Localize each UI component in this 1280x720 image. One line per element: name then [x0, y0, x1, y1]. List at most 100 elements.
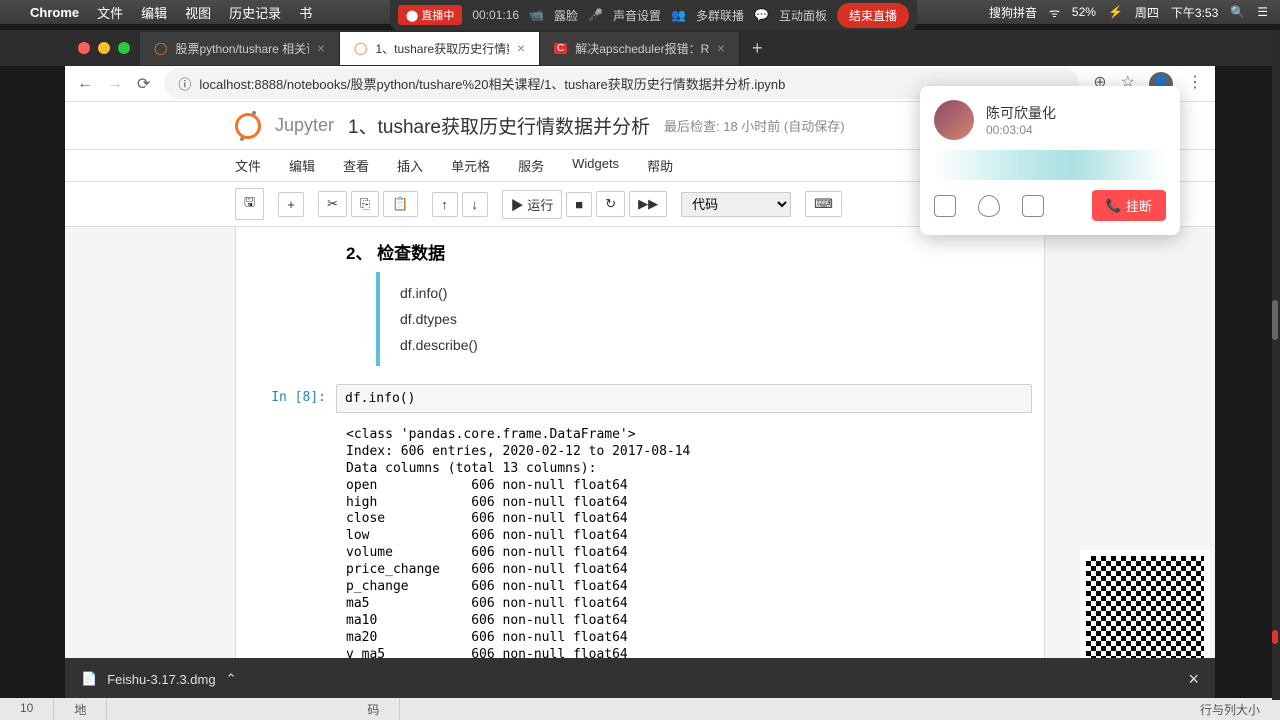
reload-button[interactable]: ⟳ [137, 74, 150, 94]
tab-favicon: ◯ [154, 41, 167, 55]
indicator-red [1272, 630, 1278, 644]
mic-icon[interactable]: 🎤 [588, 8, 603, 22]
md-line: df.dtypes [400, 306, 1044, 332]
end-stream-button[interactable]: 结束直播 [837, 3, 909, 28]
code-cell[interactable]: In [8]: df.info() [236, 384, 1044, 413]
fastforward-button[interactable]: ▶▶ [629, 191, 667, 217]
markdown-heading[interactable]: 2、 检查数据 [236, 235, 1044, 272]
keyboard-button[interactable]: ⌨ [805, 191, 842, 217]
control-center-icon[interactable]: ☰ [1257, 5, 1268, 19]
menu-file[interactable]: 文件 [97, 3, 123, 22]
move-up-button[interactable]: ↑ [432, 192, 458, 217]
jp-menu-help[interactable]: 帮助 [647, 156, 673, 175]
copy-button[interactable]: ⎘ [351, 191, 379, 217]
back-button[interactable]: ← [77, 75, 93, 93]
menu-edit[interactable]: 编辑 [141, 3, 167, 22]
save-button[interactable]: 🖫 [235, 188, 264, 220]
chevron-up-icon[interactable]: ⌃ [226, 671, 237, 687]
tab-2[interactable]: C 解决apscheduler报错：Run time... × [540, 32, 740, 65]
call-duration: 00:03:04 [986, 123, 1056, 137]
live-badge: ⬤ 直播中 [398, 5, 462, 25]
face-toggle[interactable]: 露脸 [554, 7, 578, 24]
tab-title: 1、tushare获取历史行情数据并... [375, 40, 508, 57]
cell-b: 码 [347, 698, 400, 720]
cut-button[interactable]: ✂ [318, 191, 347, 217]
jp-menu-insert[interactable]: 插入 [397, 156, 423, 175]
jp-menu-file[interactable]: 文件 [235, 156, 261, 175]
jp-menu-view[interactable]: 查看 [343, 156, 369, 175]
cell-a: 地 [54, 698, 107, 720]
close-icon[interactable]: × [317, 40, 325, 56]
paste-button[interactable]: 📋 [383, 191, 417, 217]
hangup-button[interactable]: 📞 挂断 [1092, 190, 1166, 221]
audio-wave [934, 150, 1166, 180]
app-name[interactable]: Chrome [30, 5, 79, 20]
notebook-area: 2、 检查数据 df.info() df.dtypes df.describe(… [235, 227, 1045, 662]
multi-stream[interactable]: 多群联播 [696, 7, 744, 24]
tab-favicon: C [554, 43, 567, 54]
close-icon[interactable]: × [1188, 669, 1199, 690]
ime-indicator[interactable]: 搜狗拼音 [989, 4, 1037, 21]
menu-bookmark[interactable]: 书 [299, 3, 312, 22]
md-line: df.describe() [400, 332, 1044, 358]
jp-menu-edit[interactable]: 编辑 [289, 156, 315, 175]
info-icon[interactable]: ⓘ [178, 74, 191, 93]
forward-button[interactable]: → [107, 75, 123, 93]
jupyter-logo-icon[interactable] [235, 113, 261, 139]
tab-title: 解决apscheduler报错：Run time... [575, 40, 709, 57]
battery-pct: 52% [1072, 5, 1096, 19]
microphone-icon[interactable] [978, 195, 1000, 217]
cell-output: <class 'pandas.core.frame.DataFrame'> In… [346, 427, 1044, 662]
menu-view[interactable]: 视图 [185, 3, 211, 22]
tab-1[interactable]: ◯ 1、tushare获取历史行情数据并... × [340, 32, 540, 65]
input-prompt: In [8]: [236, 384, 336, 413]
stream-control-bar: ⬤ 直播中 00:01:16 📹 露脸 🎤 声音设置 👥 多群联播 💬 互动面板… [390, 0, 917, 30]
stream-timer: 00:01:16 [472, 8, 519, 22]
day-label: 周四 [1135, 4, 1159, 21]
jp-menu-widgets[interactable]: Widgets [572, 156, 619, 175]
caller-avatar [934, 100, 974, 140]
close-icon[interactable]: × [717, 40, 725, 56]
close-icon[interactable]: × [517, 40, 525, 56]
row-col-size: 行与列大小 [1180, 698, 1280, 720]
url-text: localhost:8888/notebooks/股票python/tushar… [199, 74, 785, 93]
code-input[interactable]: df.info() [336, 384, 1032, 413]
notebook-title[interactable]: 1、tushare获取历史行情数据并分析 [348, 112, 650, 139]
maximize-window[interactable] [118, 42, 130, 54]
video-icon[interactable] [1022, 195, 1044, 217]
browser-tab-bar: ◯ 股票python/tushare 相关课程/ × ◯ 1、tushare获取… [0, 30, 1280, 66]
panel-icon[interactable]: 💬 [754, 8, 769, 22]
wifi-icon[interactable]: ᯤ [1049, 4, 1060, 21]
checkpoint-label: 最后检查: 18 小时前 (自动保存) [664, 116, 845, 135]
jp-menu-cell[interactable]: 单元格 [451, 156, 490, 175]
move-down-button[interactable]: ↓ [462, 192, 488, 217]
search-icon[interactable]: 🔍 [1230, 5, 1245, 19]
group-icon[interactable]: 👥 [671, 8, 686, 22]
run-button[interactable]: ▶ 运行 [502, 190, 563, 219]
celltype-select[interactable]: 代码 [681, 192, 791, 217]
download-filename[interactable]: Feishu-3.17.3.dmg [107, 672, 215, 687]
sound-settings[interactable]: 声音设置 [613, 7, 661, 24]
menu-history[interactable]: 历史记录 [229, 3, 281, 22]
window-controls [78, 42, 130, 54]
minimize-window[interactable] [98, 42, 110, 54]
download-bar: 📄 Feishu-3.17.3.dmg ⌃ × [65, 658, 1215, 700]
scroll-handle[interactable] [1272, 300, 1278, 340]
new-tab-button[interactable]: + [740, 38, 775, 59]
background-app-strip: 10 地 码 行与列大小 [0, 698, 1280, 720]
add-cell-button[interactable]: + [278, 192, 304, 217]
close-window[interactable] [78, 42, 90, 54]
chat-icon[interactable] [934, 195, 956, 217]
camera-icon[interactable]: 📹 [529, 8, 544, 22]
markdown-cell[interactable]: df.info() df.dtypes df.describe() [376, 272, 1044, 366]
interactive-panel[interactable]: 互动面板 [779, 7, 827, 24]
charge-icon: ⚡ [1108, 5, 1123, 19]
restart-button[interactable]: ↻ [596, 191, 625, 217]
tab-favicon: ◯ [354, 41, 367, 55]
file-icon: 📄 [81, 671, 97, 687]
stop-button[interactable]: ■ [566, 192, 592, 217]
jp-menu-kernel[interactable]: 服务 [518, 156, 544, 175]
menu-icon[interactable]: ⋮ [1187, 72, 1203, 96]
jupyter-brand: Jupyter [275, 115, 334, 136]
tab-0[interactable]: ◯ 股票python/tushare 相关课程/ × [140, 32, 340, 65]
